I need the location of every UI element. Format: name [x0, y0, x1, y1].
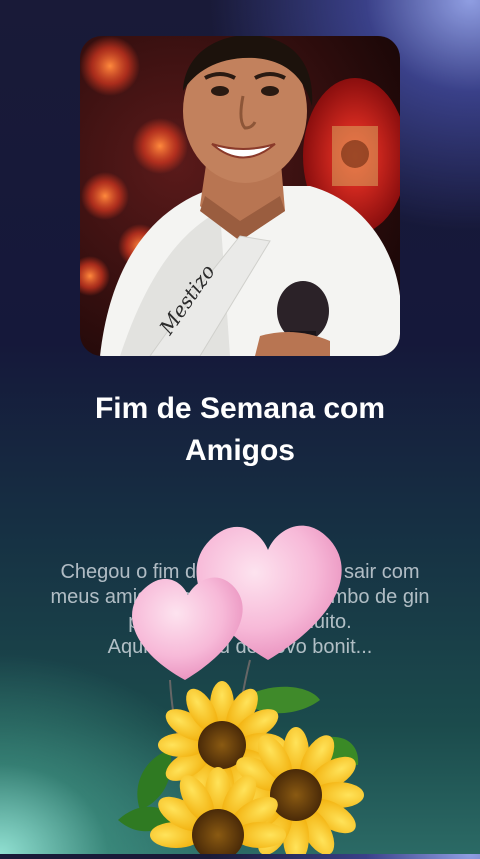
cover-image: Mestizo	[80, 36, 400, 356]
hearts-sunflowers-sticker	[100, 500, 400, 859]
heart-icon	[132, 577, 243, 680]
post-title: Fim de Semana com Amigos	[94, 392, 386, 467]
cover-photo: Mestizo	[80, 36, 400, 356]
sticker-graphic	[118, 525, 364, 859]
